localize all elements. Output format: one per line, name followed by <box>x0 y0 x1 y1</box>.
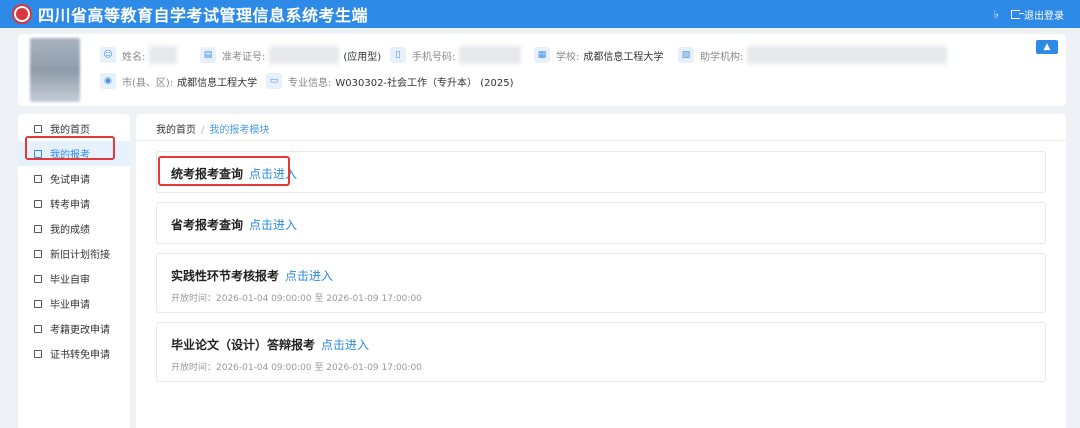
app-title: 四川省高等教育自学考试管理信息系统考生端 <box>38 6 369 25</box>
location-icon: ◉ <box>100 73 116 89</box>
card-title: 实践性环节考核报考 点击进入 <box>171 267 334 284</box>
logout-label: 退出登录 <box>1024 10 1064 22</box>
profile-ticket: ▤ 准考证号: (应用型) <box>200 46 381 64</box>
card-title: 统考报考查询 点击进入 <box>171 165 298 182</box>
profile-school: ▦ 学校: 成都信息工程大学 <box>534 46 663 64</box>
card-unified-exam: 统考报考查询 点击进入 <box>156 151 1046 193</box>
open-time: 开放时间：2026-01-04 09:00:00 至 2026-01-09 17… <box>171 363 422 373</box>
breadcrumb: 我的首页 / 我的报考模块 <box>156 121 269 136</box>
bell-icon[interactable]: ♭ <box>994 8 999 21</box>
sidebar-item-grad-review[interactable]: 毕业自审 <box>18 266 130 291</box>
id-card-icon: ▤ <box>200 47 216 63</box>
enter-link[interactable]: 点击进入 <box>249 216 297 233</box>
ticket-redacted <box>269 46 340 64</box>
card-title: 省考报考查询 点击进入 <box>171 216 298 233</box>
school-icon: ▦ <box>534 47 550 63</box>
profile-major: ▭ 专业信息: W030302-社会工作（专升本） (2025) <box>266 72 513 90</box>
sidebar: 我的首页 我的报考 免试申请 转考申请 我的成绩 新旧计划衔接 毕业自审 毕业申… <box>18 114 130 428</box>
certificate-icon <box>34 349 42 358</box>
card-thesis-defense: 毕业论文（设计）答辩报考 点击进入 开放时间：2026-01-04 09:00:… <box>156 322 1046 382</box>
briefcase-icon <box>34 149 42 158</box>
transfer-icon <box>34 199 42 208</box>
agency-redacted <box>747 46 948 64</box>
open-time: 开放时间：2026-01-04 09:00:00 至 2026-01-09 17… <box>171 294 422 304</box>
logout-button[interactable]: 退出登录 <box>1011 7 1064 22</box>
avatar <box>30 38 80 102</box>
sidebar-item-exemption[interactable]: 免试申请 <box>18 166 130 191</box>
grades-icon <box>34 224 42 233</box>
main-panel: 我的首页 / 我的报考模块 统考报考查询 点击进入 省考报考查询 点击进入 实践性环… <box>136 114 1066 428</box>
profile-phone: ▯ 手机号码: <box>390 46 522 64</box>
sidebar-item-certificate[interactable]: 证书转免申请 <box>18 341 130 366</box>
enter-link[interactable]: 点击进入 <box>249 165 297 182</box>
review-icon <box>34 274 42 283</box>
book-icon: ▭ <box>266 73 282 89</box>
breadcrumb-current: 我的报考模块 <box>209 125 270 136</box>
profile-city: ◉ 市(县、区): 成都信息工程大学 <box>100 72 257 90</box>
profile-name: ☺ 姓名: <box>100 46 178 64</box>
document-icon <box>34 174 42 183</box>
profile-agency: ▧ 助学机构: <box>678 46 948 64</box>
sidebar-item-my-registration[interactable]: 我的报考 <box>18 141 130 166</box>
chevron-up-icon: ▲ <box>1043 42 1051 52</box>
breadcrumb-separator: / <box>201 125 205 136</box>
card-practical-exam: 实践性环节考核报考 点击进入 开放时间：2026-01-04 09:00:00 … <box>156 253 1046 313</box>
logout-icon <box>1011 9 1024 19</box>
sidebar-item-grades[interactable]: 我的成绩 <box>18 216 130 241</box>
sidebar-item-transfer[interactable]: 转考申请 <box>18 191 130 216</box>
sidebar-item-home[interactable]: 我的首页 <box>18 116 130 141</box>
edit-icon <box>34 324 42 333</box>
user-icon <box>34 299 42 308</box>
user-icon: ☺ <box>100 47 116 63</box>
profile-card: ☺ 姓名: ▤ 准考证号: (应用型) ▯ 手机号码: ▦ 学校: 成都信息工程… <box>18 34 1066 106</box>
card-title: 毕业论文（设计）答辩报考 点击进入 <box>171 336 370 353</box>
sidebar-item-grad-apply[interactable]: 毕业申请 <box>18 291 130 316</box>
phone-icon: ▯ <box>390 47 406 63</box>
header-bar: 四川省高等教育自学考试管理信息系统考生端 ♭ 退出登录 <box>0 0 1080 28</box>
enter-link[interactable]: 点击进入 <box>285 267 333 284</box>
enter-link[interactable]: 点击进入 <box>321 336 369 353</box>
name-redacted <box>149 46 178 64</box>
home-icon <box>34 124 42 133</box>
sidebar-item-record-change[interactable]: 考籍更改申请 <box>18 316 130 341</box>
collapse-button[interactable]: ▲ <box>1036 40 1058 54</box>
phone-redacted <box>459 46 522 64</box>
link-icon <box>34 249 42 258</box>
breadcrumb-home[interactable]: 我的首页 <box>156 125 196 136</box>
building-icon: ▧ <box>678 47 694 63</box>
logo-icon <box>12 4 32 24</box>
card-provincial-exam: 省考报考查询 点击进入 <box>156 202 1046 244</box>
breadcrumb-divider <box>136 140 1066 141</box>
sidebar-item-plan-link[interactable]: 新旧计划衔接 <box>18 241 130 266</box>
